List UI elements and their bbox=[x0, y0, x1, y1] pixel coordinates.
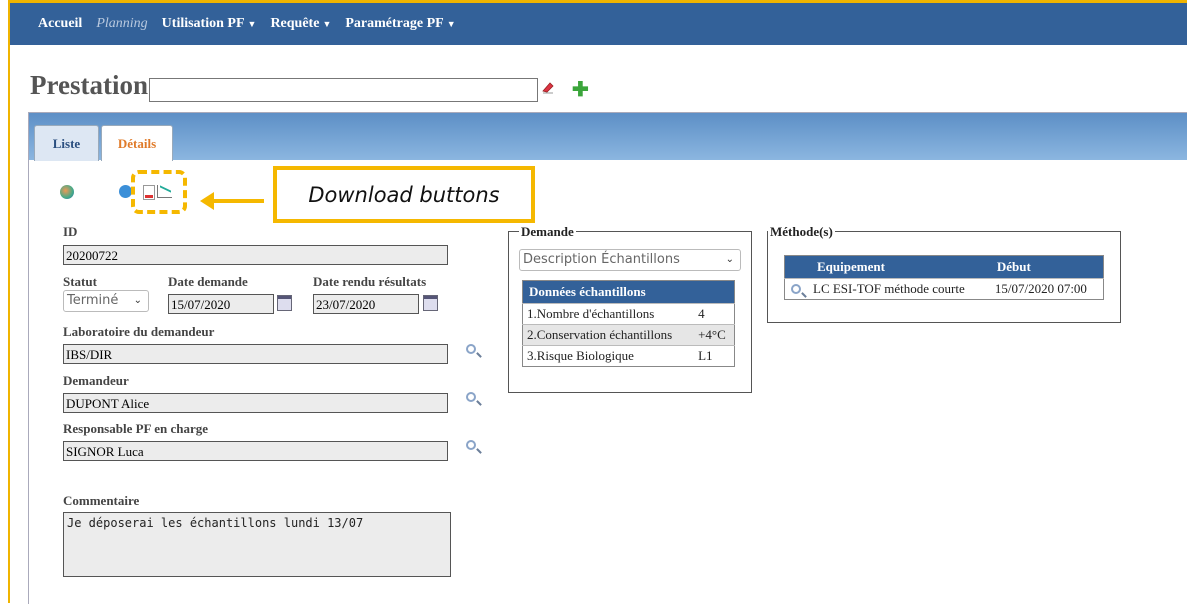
frame-left bbox=[8, 0, 10, 603]
responsable-field[interactable]: SIGNOR Luca bbox=[63, 441, 448, 461]
equipement-cell: LC ESI-TOF méthode courte bbox=[784, 278, 991, 300]
id-label: ID bbox=[63, 224, 78, 239]
demandeur-label: Demandeur bbox=[63, 373, 129, 388]
nav-accueil[interactable]: Accueil bbox=[38, 16, 82, 32]
commentaire-label: Commentaire bbox=[63, 493, 140, 508]
date-rendu-field[interactable]: 23/07/2020 bbox=[313, 294, 419, 314]
navbar: Accueil Planning Utilisation PF ▼ Requête… bbox=[10, 3, 1187, 45]
caret-down-icon: ▼ bbox=[247, 19, 257, 29]
table-row: 2.Conservation échantillons +4°C bbox=[522, 324, 735, 346]
tab-details[interactable]: Détails bbox=[101, 125, 173, 161]
tab-liste[interactable]: Liste bbox=[34, 125, 99, 161]
caret-down-icon: ▼ bbox=[322, 19, 332, 29]
responsable-label: Responsable PF en charge bbox=[63, 421, 209, 436]
labo-field[interactable]: IBS/DIR bbox=[63, 344, 448, 364]
date-demande-label: Date demande bbox=[168, 274, 248, 289]
caret-down-icon: ▼ bbox=[446, 19, 456, 29]
row-value: L1 bbox=[694, 345, 735, 367]
methodes-legend: Méthode(s) bbox=[768, 224, 835, 240]
table-row[interactable]: LC ESI-TOF méthode courte 15/07/2020 07:… bbox=[784, 278, 1104, 300]
table-row: 1.Nombre d'échantillons 4 bbox=[522, 303, 735, 325]
demande-legend: Demande bbox=[519, 224, 576, 240]
calendar-icon[interactable] bbox=[277, 295, 292, 311]
demande-select[interactable]: Description Échantillons ⌄ bbox=[519, 249, 741, 271]
page-title: Prestation bbox=[30, 70, 148, 100]
eraser-icon[interactable] bbox=[541, 80, 555, 94]
tab-bar bbox=[29, 113, 1187, 160]
demandeur-field[interactable]: DUPONT Alice bbox=[63, 393, 448, 413]
highlight-box bbox=[131, 170, 187, 214]
add-icon[interactable]: ✚ bbox=[572, 77, 589, 102]
nav-parametrage-pf[interactable]: Paramétrage PF ▼ bbox=[345, 16, 455, 32]
nav-utilisation-pf[interactable]: Utilisation PF ▼ bbox=[162, 16, 257, 32]
search-icon[interactable] bbox=[466, 392, 476, 402]
search-icon[interactable] bbox=[466, 440, 476, 450]
callout-label: Download buttons bbox=[273, 166, 535, 223]
row-name: 1.Nombre d'échantillons bbox=[522, 303, 695, 325]
prestation-search-input[interactable] bbox=[149, 78, 538, 102]
search-icon[interactable] bbox=[466, 344, 476, 354]
calendar-icon[interactable] bbox=[423, 295, 438, 311]
id-field[interactable]: 20200722 bbox=[63, 245, 448, 265]
chevron-down-icon: ⌄ bbox=[133, 295, 142, 306]
statut-select[interactable]: Terminé ⌄ bbox=[63, 290, 149, 312]
row-name: 3.Risque Biologique bbox=[522, 345, 695, 367]
arrow-line bbox=[212, 199, 264, 203]
row-value: 4 bbox=[694, 303, 735, 325]
nav-requete[interactable]: Requête ▼ bbox=[270, 16, 331, 32]
col-debut: Début bbox=[990, 255, 1104, 279]
date-demande-field[interactable]: 15/07/2020 bbox=[168, 294, 274, 314]
chevron-down-icon: ⌄ bbox=[725, 254, 734, 265]
search-icon[interactable] bbox=[791, 284, 801, 294]
gear-icon[interactable] bbox=[60, 185, 74, 199]
col-equipement: Equipement bbox=[784, 255, 991, 279]
labo-label: Laboratoire du demandeur bbox=[63, 324, 215, 339]
commentaire-textarea[interactable]: Je déposerai les échantillons lundi 13/0… bbox=[63, 512, 451, 577]
row-name: 2.Conservation échantillons bbox=[522, 324, 695, 346]
debut-cell: 15/07/2020 07:00 bbox=[990, 278, 1104, 300]
date-rendu-label: Date rendu résultats bbox=[313, 274, 427, 289]
table-row: 3.Risque Biologique L1 bbox=[522, 345, 735, 367]
table-header: Données échantillons bbox=[522, 280, 735, 304]
statut-label: Statut bbox=[63, 274, 97, 289]
methodes-table: Equipement Début LC ESI-TOF méthode court… bbox=[784, 255, 1104, 300]
row-value: +4°C bbox=[694, 324, 735, 346]
echantillons-table: Données échantillons 1.Nombre d'échantil… bbox=[522, 280, 735, 367]
nav-planning[interactable]: Planning bbox=[96, 16, 147, 32]
